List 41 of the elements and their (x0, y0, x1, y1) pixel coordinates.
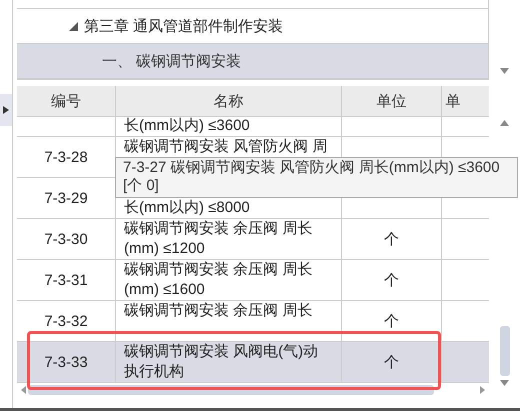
table-cell: 长(mm以内) ≤3600 (124, 117, 250, 134)
table-cell: 个 (384, 352, 399, 372)
column-header[interactable]: 名称 (116, 86, 342, 116)
table-cell: 长(mm以内) ≤8000 (124, 199, 250, 216)
scroll-down-icon[interactable] (500, 68, 509, 74)
column-header[interactable]: 单 (442, 86, 489, 116)
scroll-left-icon[interactable] (21, 386, 26, 394)
tooltip-text: [个 0] (123, 177, 160, 195)
column-header[interactable]: 编号 (17, 86, 116, 116)
table-cell: 碳钢调节阀安装 风阀电(气)动 (124, 343, 318, 360)
table-cell: 7-3-29 (44, 190, 88, 206)
table-cell: 碳钢调节阀安装 余压阀 周长 (124, 261, 312, 278)
column-header[interactable]: 单位 (342, 86, 442, 116)
scrollbar-thumb[interactable] (500, 326, 510, 376)
expand-icon (69, 22, 78, 30)
scroll-up-icon[interactable] (500, 120, 509, 126)
table-cell: 7-3-28 (44, 148, 88, 166)
table-row[interactable]: 7-3-31 碳钢调节阀安装 余压阀 周长 (mm) ≤1600 个 (17, 260, 489, 301)
table-cell: (mm) ≤1600 (124, 281, 205, 298)
table-cell: 执行机构 (124, 363, 184, 380)
table-cell: 碳钢调节阀安装 余压阀 周长 (124, 220, 312, 237)
table-cell: 碳钢调节阀安装 余压阀 周长 (124, 302, 312, 319)
selected-row[interactable]: 7-3-33 碳钢调节阀安装 风阀电(气)动 执行机构 个 (17, 342, 489, 383)
tooltip-text: 7-3-27 碳钢调节阀安装 风管防火阀 周长(mm以内) ≤3600 (123, 159, 501, 177)
table-row[interactable]: 长(mm以内) ≤3600 (17, 117, 489, 137)
table-cell: 7-3-32 (44, 312, 88, 330)
expand-panel-button[interactable] (0, 94, 12, 126)
table-cell: 个 (384, 230, 399, 248)
table-cell: 个 (384, 312, 399, 330)
table-row[interactable]: 7-3-30 碳钢调节阀安装 余压阀 周长 (mm) ≤1200 个 (17, 219, 489, 260)
tree-node[interactable]: 一、 碳钢调节阀安装 (17, 44, 488, 79)
table-cell: (mm) ≤1200 (124, 240, 205, 257)
scroll-down-icon[interactable] (500, 380, 509, 386)
tree-node-label: 第三章 通风管道部件制作安装 (84, 16, 284, 36)
table-cell: 个 (384, 270, 399, 290)
table-cell: 7-3-30 (44, 230, 88, 248)
table-cell: 碳钢调节阀安装 风管防火阀 周 (124, 138, 328, 155)
scroll-right-icon[interactable] (480, 386, 485, 394)
table-cell: 7-3-31 (44, 272, 88, 288)
right-triangle-icon (3, 106, 9, 114)
table-cell: 7-3-33 (44, 354, 88, 370)
